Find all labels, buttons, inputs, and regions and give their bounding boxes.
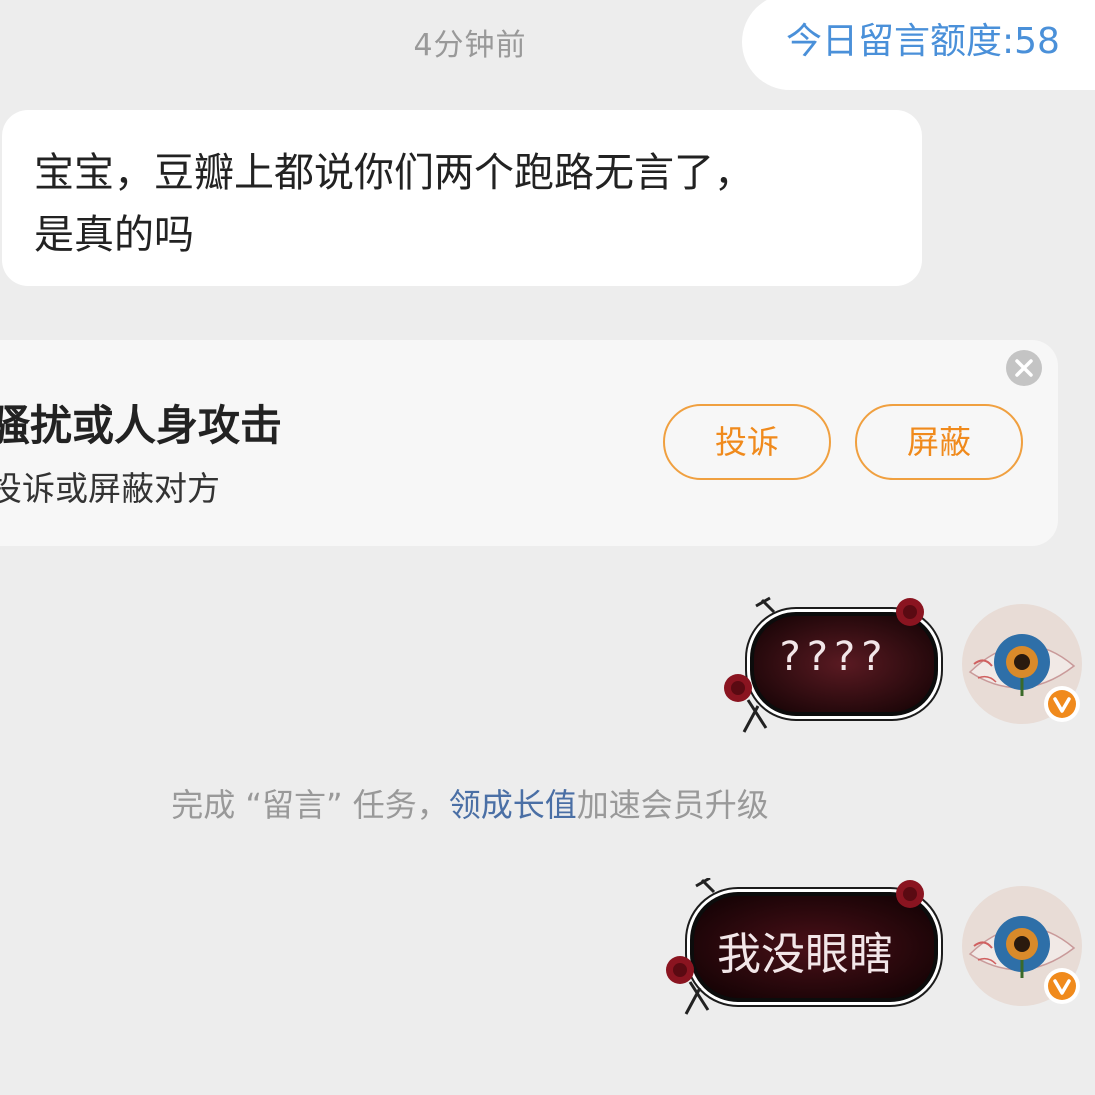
task-hint: 完成 “留言” 任务，领成长值加速会员升级 [0, 780, 940, 826]
outgoing-message-bubble[interactable]: 我没眼瞎 [664, 878, 946, 1024]
outgoing-message-text: 我没眼瞎 [717, 929, 893, 980]
vip-badge-icon [1048, 972, 1076, 1000]
block-button[interactable]: 屏蔽 [855, 404, 1023, 480]
chat-screen: 4分钟前 今日留言额度:58 宝宝，豆瓣上都说你们两个跑路无言了， 是真的吗 跑… [0, 0, 1095, 1095]
close-icon[interactable] [1006, 350, 1042, 386]
vip-badge-icon [1048, 690, 1076, 718]
notice-subtitle: 以投诉或屏蔽对方 [0, 469, 220, 508]
avatar[interactable] [962, 886, 1082, 1006]
incoming-message-line-2: 是真的吗 [34, 212, 194, 258]
message-quota-badge: 今日留言额度:58 [742, 0, 1095, 90]
incoming-message-bubble[interactable]: 宝宝，豆瓣上都说你们两个跑路无言了， 是真的吗 [2, 110, 922, 286]
growth-value-link[interactable]: 领成长值 [449, 786, 577, 824]
outgoing-message-text: ???? [779, 634, 889, 680]
avatar[interactable] [962, 604, 1082, 724]
task-hint-suffix: 加速会员升级 [576, 786, 769, 824]
incoming-message-line-1: 宝宝，豆瓣上都说你们两个跑路无言了， [34, 150, 754, 196]
task-hint-prefix: 完成 “留言” 任务， [171, 786, 449, 824]
message-timestamp: 4分钟前 [413, 28, 527, 63]
complain-button[interactable]: 投诉 [663, 404, 831, 480]
harassment-notice-card: 跑骚扰或人身攻击 以投诉或屏蔽对方 投诉 屏蔽 [0, 340, 1058, 546]
notice-title: 跑骚扰或人身攻击 [0, 401, 283, 450]
outgoing-message-bubble[interactable]: ???? [722, 596, 946, 742]
